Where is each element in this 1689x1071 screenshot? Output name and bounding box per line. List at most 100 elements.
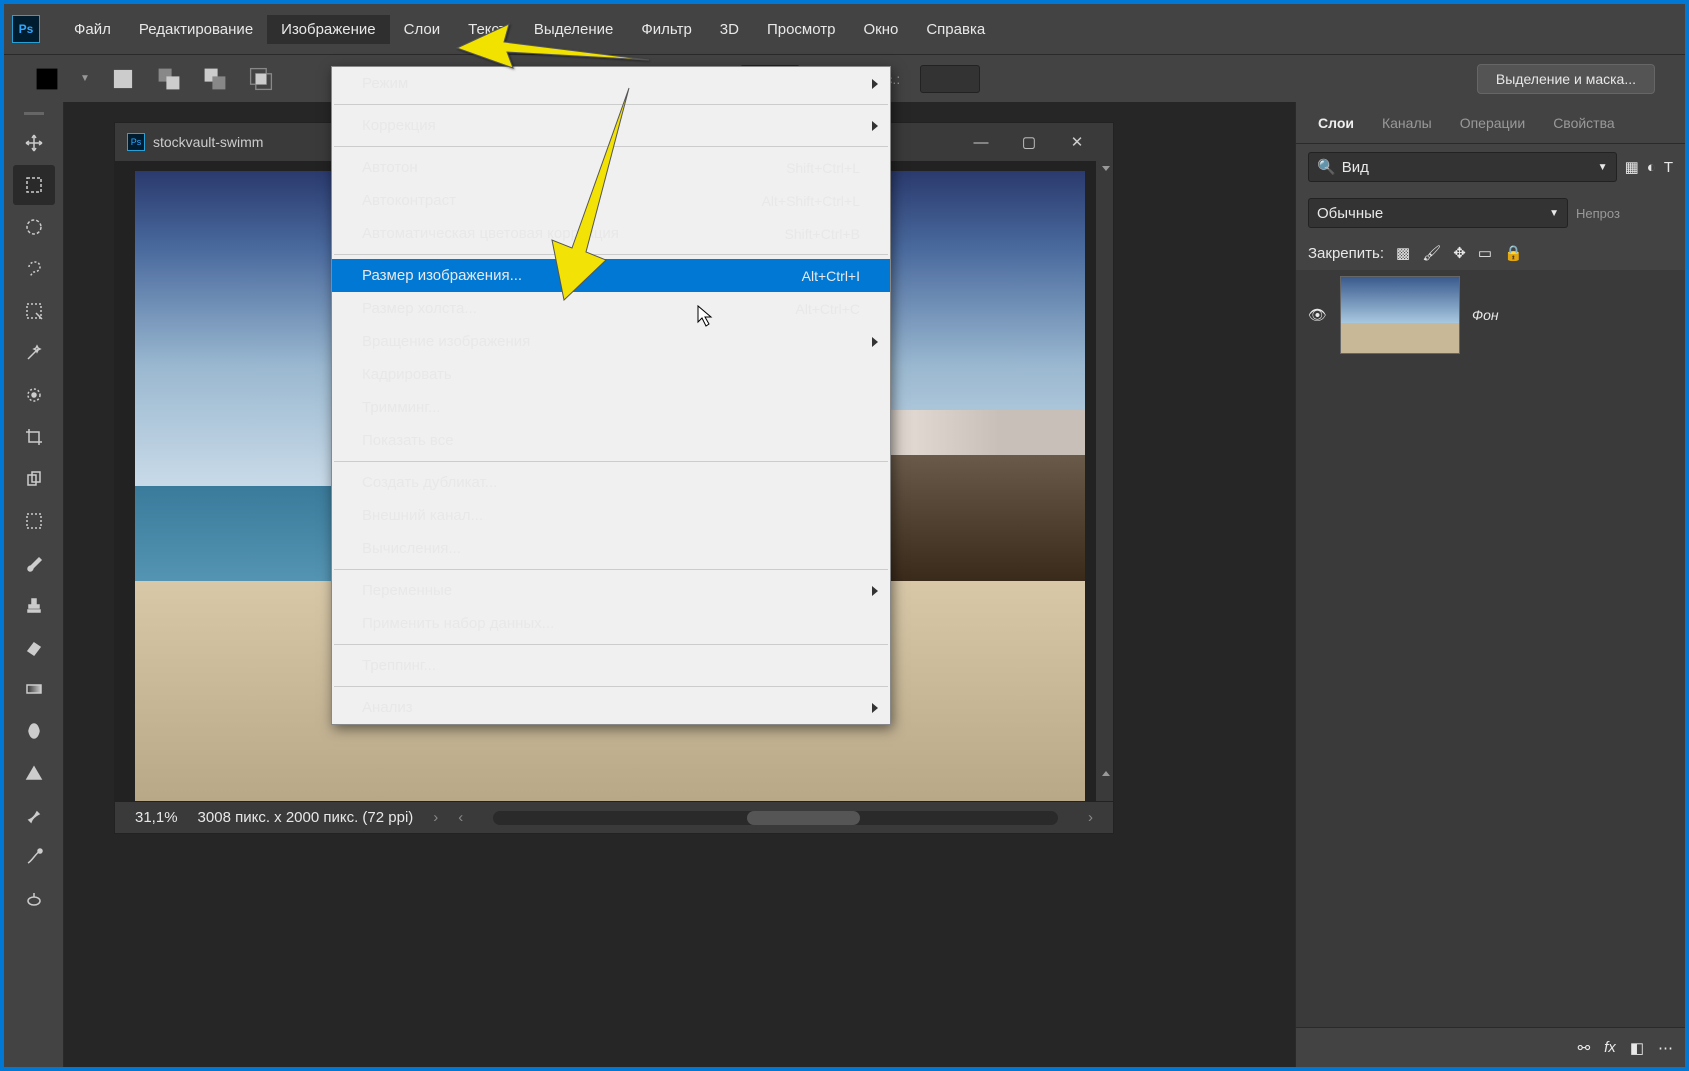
panel-bottom-bar: ⚯ fx ◧ ⋯ — [1296, 1027, 1685, 1067]
panel-tab-0[interactable]: Слои — [1306, 107, 1366, 139]
menu-item[interactable]: Создать дубликат... — [332, 466, 890, 499]
add-selection-icon[interactable] — [156, 66, 182, 92]
search-icon: 🔍 — [1317, 158, 1336, 176]
menu-просмотр[interactable]: Просмотр — [753, 15, 850, 44]
lasso-tool[interactable] — [13, 249, 55, 289]
lock-artboard-icon[interactable]: ▭ — [1478, 244, 1492, 262]
chevron-down-icon[interactable]: ▼ — [80, 73, 90, 84]
menu-item[interactable]: Тримминг... — [332, 391, 890, 424]
menu-item[interactable]: Режим — [332, 67, 890, 100]
lock-position-icon[interactable]: ✥ — [1453, 244, 1466, 262]
menu-separator — [334, 686, 888, 687]
move-tool[interactable] — [13, 123, 55, 163]
menu-фильтр[interactable]: Фильтр — [627, 15, 705, 44]
tools-panel — [4, 102, 64, 1067]
menu-item[interactable]: Вычисления... — [332, 532, 890, 565]
stamp-tool[interactable] — [13, 585, 55, 625]
menu-item[interactable]: Анализ — [332, 691, 890, 724]
minimize-button[interactable]: — — [957, 123, 1005, 161]
ellipse-marquee-tool[interactable] — [13, 207, 55, 247]
lock-transparency-icon[interactable]: ▩ — [1396, 244, 1410, 262]
fx-icon[interactable]: fx — [1604, 1039, 1616, 1056]
menu-редактирование[interactable]: Редактирование — [125, 15, 267, 44]
submenu-arrow-icon — [872, 337, 878, 347]
chevron-down-icon: ▼ — [1549, 208, 1559, 219]
quick-select-tool[interactable] — [13, 291, 55, 331]
marquee-tool[interactable] — [13, 165, 55, 205]
menu-item[interactable]: АвтоконтрастAlt+Shift+Ctrl+L — [332, 184, 890, 217]
maximize-button[interactable]: ▢ — [1005, 123, 1053, 161]
gradient-tool[interactable] — [13, 669, 55, 709]
chevron-right-icon[interactable]: › — [1088, 809, 1093, 826]
panel-tabs: СлоиКаналыОперацииСвойства — [1296, 102, 1685, 144]
mask-icon[interactable]: ◧ — [1630, 1039, 1644, 1057]
chevron-right-icon[interactable]: › — [433, 809, 438, 826]
eyedropper-set-tool[interactable] — [13, 459, 55, 499]
submenu-arrow-icon — [872, 121, 878, 131]
image-filter-icon[interactable]: ▦ — [1625, 158, 1639, 176]
chevron-left-icon[interactable]: ‹ — [458, 809, 463, 826]
frame-tool[interactable] — [13, 501, 55, 541]
adjustment-filter-icon[interactable]: ◐ — [1647, 159, 1656, 176]
menu-item[interactable]: Вращение изображения — [332, 325, 890, 358]
intersect-selection-icon[interactable] — [248, 66, 274, 92]
crop-tool[interactable] — [13, 417, 55, 457]
layer-row[interactable]: 👁 Фон — [1296, 270, 1685, 360]
menu-справка[interactable]: Справка — [912, 15, 999, 44]
rotate-tool[interactable] — [13, 879, 55, 919]
pen-tool[interactable] — [13, 795, 55, 835]
menu-item: Применить набор данных... — [332, 607, 890, 640]
menu-файл[interactable]: Файл — [60, 15, 125, 44]
menu-item[interactable]: Автоматическая цветовая коррекцияShift+C… — [332, 217, 890, 250]
select-and-mask-button[interactable]: Выделение и маска... — [1477, 64, 1655, 94]
menu-item: Кадрировать — [332, 358, 890, 391]
text-filter-icon[interactable]: T — [1664, 159, 1673, 176]
document-ps-icon: Ps — [127, 133, 145, 151]
menu-изображение[interactable]: Изображение — [267, 15, 390, 44]
blend-mode-select[interactable]: Обычные ▼ — [1308, 198, 1568, 228]
triangle-tool[interactable] — [13, 753, 55, 793]
height-input[interactable] — [920, 65, 980, 93]
new-selection-icon[interactable] — [110, 66, 136, 92]
panel-tab-2[interactable]: Операции — [1448, 107, 1538, 139]
menu-separator — [334, 569, 888, 570]
horizontal-scrollbar[interactable] — [493, 811, 1058, 825]
panel-tab-3[interactable]: Свойства — [1541, 107, 1626, 139]
vertical-scrollbar[interactable] — [1095, 161, 1113, 801]
menu-item[interactable]: Внешний канал... — [332, 499, 890, 532]
layers-panel: СлоиКаналыОперацииСвойства 🔍 Вид ▼ ▦ ◐ T… — [1295, 102, 1685, 1067]
menu-3d[interactable]: 3D — [706, 15, 753, 44]
visibility-toggle-icon[interactable]: 👁 — [1308, 306, 1328, 324]
menu-item: Переменные — [332, 574, 890, 607]
dodge-tool[interactable] — [13, 711, 55, 751]
layer-name[interactable]: Фон — [1472, 307, 1499, 323]
menu-выделение[interactable]: Выделение — [520, 15, 627, 44]
menu-separator — [334, 104, 888, 105]
layer-thumbnail[interactable] — [1340, 276, 1460, 354]
menu-текст[interactable]: Текст — [454, 15, 520, 44]
heal-brush-tool[interactable] — [13, 375, 55, 415]
menu-item[interactable]: Размер холста...Alt+Ctrl+C — [332, 292, 890, 325]
status-bar: 31,1% 3008 пикс. x 2000 пикс. (72 ppi) ›… — [115, 801, 1113, 833]
lock-paint-icon[interactable]: 🖌 — [1422, 244, 1441, 262]
lock-all-icon[interactable]: 🔒 — [1504, 244, 1523, 262]
brush-tool[interactable] — [13, 543, 55, 583]
menu-слои[interactable]: Слои — [390, 15, 454, 44]
panel-tab-1[interactable]: Каналы — [1370, 107, 1444, 139]
menu-item[interactable]: Размер изображения...Alt+Ctrl+I — [332, 259, 890, 292]
photoshop-logo-icon: Ps — [12, 15, 40, 43]
menu-item: Треппинг... — [332, 649, 890, 682]
layer-filter-search[interactable]: 🔍 Вид ▼ — [1308, 152, 1617, 182]
menu-item[interactable]: АвтотонShift+Ctrl+L — [332, 151, 890, 184]
path-tool[interactable] — [13, 837, 55, 877]
eraser-tool[interactable] — [13, 627, 55, 667]
close-button[interactable]: ✕ — [1053, 123, 1101, 161]
more-icon[interactable]: ⋯ — [1658, 1039, 1673, 1057]
magic-wand-tool[interactable] — [13, 333, 55, 373]
marquee-tool-icon[interactable] — [34, 66, 60, 92]
link-icon[interactable]: ⚯ — [1578, 1039, 1591, 1057]
menu-окно[interactable]: Окно — [849, 15, 912, 44]
subtract-selection-icon[interactable] — [202, 66, 228, 92]
zoom-level[interactable]: 31,1% — [135, 809, 178, 826]
menu-item[interactable]: Коррекция — [332, 109, 890, 142]
